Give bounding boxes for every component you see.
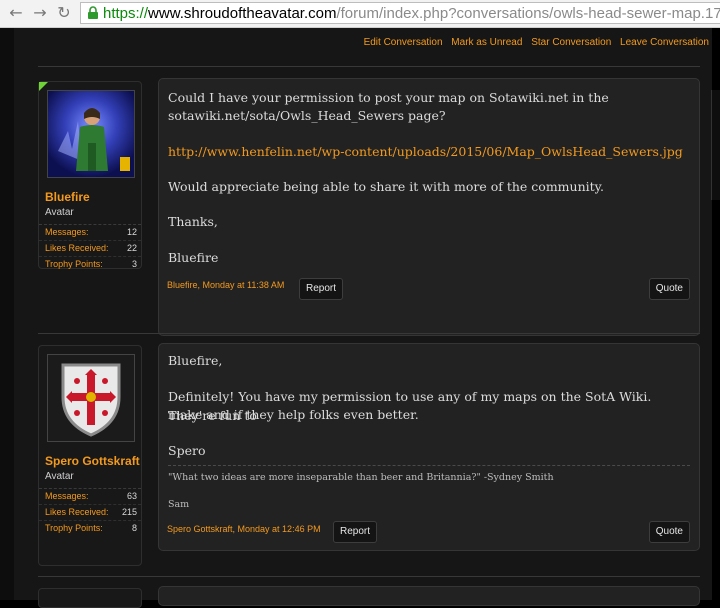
message-text: Bluefire <box>168 250 219 265</box>
left-gutter <box>0 28 14 600</box>
star-conversation-link[interactable]: Star Conversation <box>531 37 611 48</box>
report-button[interactable]: Report <box>299 278 344 300</box>
message-text: Could I have your permission to post you… <box>168 90 609 105</box>
message-text: Bluefire, <box>168 353 223 368</box>
shield-crest-image <box>48 355 134 441</box>
message-text: sotawiki.net/sota/Owls_Head_Sewers page? <box>168 108 446 123</box>
username[interactable]: Bluefire <box>45 190 90 204</box>
stat-likes-received: Likes Received: 22 <box>39 241 141 257</box>
report-button[interactable]: Report <box>333 521 378 543</box>
post-meta[interactable]: Spero Gottskraft, Monday at 12:46 PM <box>167 524 321 534</box>
user-stats: Messages: 12 Likes Received: 22 Trophy Poi… <box>39 224 141 272</box>
message-text: Spero <box>168 443 206 458</box>
lock-icon <box>88 6 98 19</box>
reload-icon[interactable]: ↻ <box>56 5 72 21</box>
leave-conversation-link[interactable]: Leave Conversation <box>620 37 709 48</box>
signature-divider <box>168 465 690 466</box>
message-text: Would appreciate being able to share it … <box>168 179 605 194</box>
user-panel-next <box>38 588 142 608</box>
message-body-next <box>158 586 700 606</box>
user-panel-spero-gottskraft: Spero Gottskraft Avatar Messages: 63 Like… <box>38 345 142 566</box>
user-title: Avatar <box>45 471 74 482</box>
quote-button[interactable]: Quote <box>648 278 690 300</box>
avatar[interactable] <box>47 90 135 178</box>
quote-button[interactable]: Quote <box>648 521 690 543</box>
divider <box>38 66 700 67</box>
message-text: Thanks, <box>168 214 218 229</box>
avatar-image <box>48 91 134 177</box>
message-body: Could I have your permission to post you… <box>158 78 700 336</box>
conversation-actions: Edit Conversation Mark as Unread Star Co… <box>358 37 709 48</box>
mark-as-unread-link[interactable]: Mark as Unread <box>451 37 522 48</box>
username[interactable]: Spero Gottskraft <box>45 454 140 468</box>
user-panel-bluefire: Bluefire Avatar Messages: 12 Likes Receiv… <box>38 81 142 269</box>
signature-quote: "What two ideas are more inseparable tha… <box>168 472 554 483</box>
sidebar-edge <box>711 90 720 200</box>
user-title: Avatar <box>45 207 74 218</box>
forward-arrow-icon[interactable]: → <box>32 5 48 21</box>
divider <box>38 576 700 577</box>
divider <box>38 333 700 334</box>
avatar[interactable] <box>47 354 135 442</box>
user-stats: Messages: 63 Likes Received: 215 Trophy Po… <box>39 488 141 536</box>
back-arrow-icon[interactable]: ← <box>8 5 24 21</box>
map-link[interactable]: http://www.henfelin.net/wp-content/uploa… <box>168 142 683 161</box>
url-text: https://www.shroudoftheavatar.com/forum/… <box>103 5 720 22</box>
stat-likes-received: Likes Received: 215 <box>39 505 141 521</box>
stat-trophy-points: Trophy Points: 3 <box>45 259 137 269</box>
message-body: Bluefire, Definitely! You have my permis… <box>158 343 700 551</box>
edit-conversation-link[interactable]: Edit Conversation <box>364 37 443 48</box>
signature-name: Sam <box>168 499 190 510</box>
post-meta[interactable]: Bluefire, Monday at 11:38 AM <box>167 280 284 290</box>
address-bar[interactable]: https://www.shroudoftheavatar.com/forum/… <box>80 2 720 24</box>
stat-messages: Messages: 12 <box>39 225 141 241</box>
browser-toolbar: ← → ↻ https://www.shroudoftheavatar.com/… <box>0 0 720 28</box>
message-text: make and if they help folks even better. <box>168 407 419 422</box>
forum-page: Edit Conversation Mark as Unread Star Co… <box>0 28 720 608</box>
stat-messages: Messages: 63 <box>39 489 141 505</box>
stat-trophy-points: Trophy Points: 8 <box>45 523 137 533</box>
